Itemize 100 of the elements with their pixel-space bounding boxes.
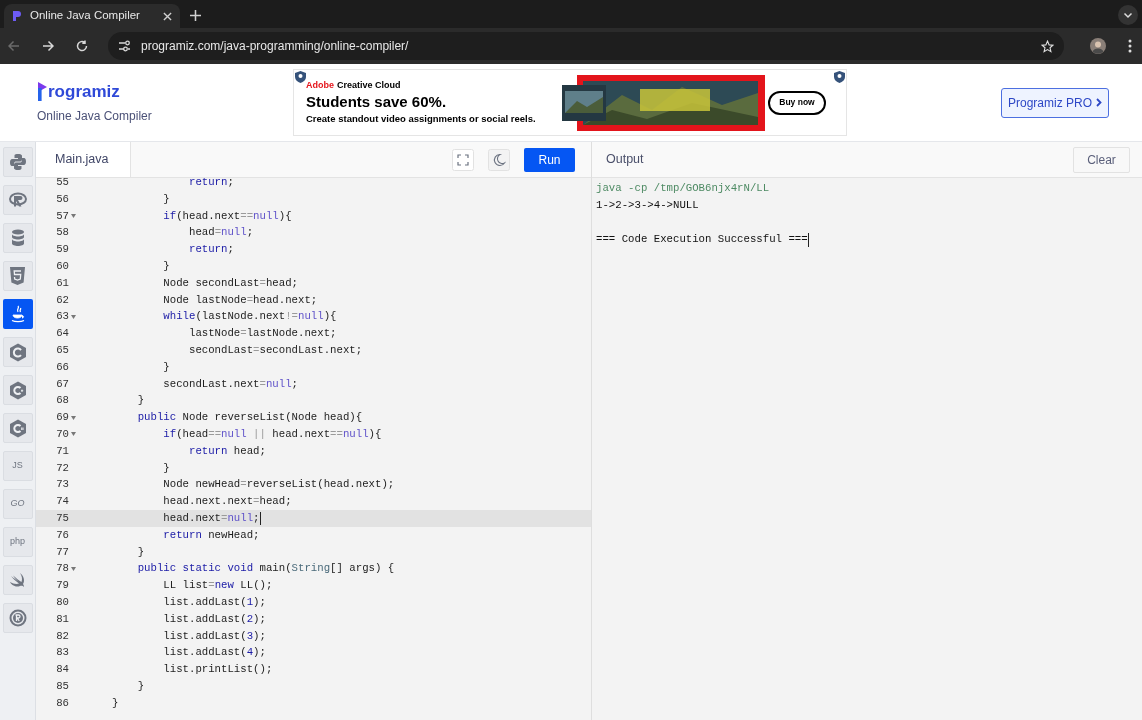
database-icon [10, 229, 25, 247]
browser-tab[interactable]: Online Java Compiler [4, 4, 180, 28]
profile-avatar[interactable] [1090, 38, 1106, 54]
language-button[interactable] [2, 375, 33, 405]
ad-badge-icon [834, 71, 845, 83]
line-number: 74 [56, 494, 69, 510]
language-button[interactable]: php [2, 527, 33, 557]
python-icon [8, 153, 27, 171]
line-number: 63 [56, 309, 69, 325]
code-line: list.addLast(1); [162, 594, 266, 610]
line-number: 78 [56, 561, 69, 577]
line-number: 66 [56, 359, 69, 375]
run-button[interactable]: Run [524, 147, 575, 172]
code-line: } [136, 393, 145, 409]
pro-button[interactable]: Programiz PRO [1001, 87, 1109, 118]
language-button[interactable] [2, 261, 33, 291]
line-number: 64 [56, 326, 69, 342]
output-line: 1->2->3->4->NULL [596, 198, 699, 213]
hexagon-icon [8, 342, 27, 362]
language-button[interactable]: GO [2, 489, 33, 519]
line-number: 75 [56, 510, 69, 526]
code-line: head.next.next=head; [162, 494, 292, 510]
line-number: 58 [56, 225, 69, 241]
reload-icon[interactable] [76, 40, 88, 52]
fold-caret-icon[interactable] [71, 314, 76, 319]
language-button[interactable] [2, 185, 33, 215]
line-number: 79 [56, 578, 69, 594]
code-line: if(head==null || head.next==null){ [162, 426, 382, 442]
code-line: } [162, 191, 170, 207]
tab-list-icon[interactable] [1118, 5, 1138, 25]
fold-caret-icon[interactable] [71, 415, 76, 420]
language-button[interactable] [2, 603, 33, 633]
forward-icon[interactable] [42, 40, 54, 52]
logo-icon[interactable] [37, 81, 48, 101]
language-button[interactable] [2, 413, 33, 443]
line-number: 76 [56, 527, 69, 543]
code-line: lastNode=lastNode.next; [187, 326, 337, 342]
code-line: } [136, 678, 145, 694]
new-tab-icon[interactable] [190, 10, 201, 21]
r-logo-icon [8, 192, 27, 208]
line-number: 60 [56, 259, 69, 274]
language-button[interactable]: JS [2, 451, 33, 481]
line-number: 57 [56, 208, 69, 224]
line-number: 59 [56, 242, 69, 258]
code-line: list.printList(); [162, 662, 273, 678]
dark-mode-button[interactable] [488, 148, 510, 171]
line-number: 71 [56, 443, 69, 459]
code-line: Node newHead=reverseList(head.next); [162, 477, 395, 493]
address-bar[interactable]: programiz.com/java-programming/online-compiler/ [108, 32, 1064, 60]
code-line: return; [187, 242, 234, 258]
page-subtitle: Online Java Compiler [37, 107, 153, 125]
code-line: Node lastNode=head.next; [162, 292, 318, 308]
language-button[interactable] [2, 223, 33, 253]
buy-now-button[interactable]: Buy now [768, 90, 826, 115]
bird-icon [8, 572, 27, 588]
code-line: head=null; [187, 225, 254, 241]
fullscreen-button[interactable] [452, 148, 474, 171]
line-number: 56 [56, 191, 69, 207]
code-line: } [111, 695, 119, 711]
code-line: LL list=new LL(); [162, 578, 273, 594]
logo-text[interactable]: rogramiz [48, 82, 120, 101]
language-button[interactable] [2, 147, 33, 177]
output-line: java -cp /tmp/GOB6njx4rN/LL [596, 181, 770, 196]
coffee-cup-icon [10, 305, 25, 323]
site-favicon [12, 10, 22, 22]
fold-caret-icon[interactable] [71, 566, 76, 571]
site-settings-icon[interactable] [118, 40, 131, 52]
language-button[interactable] [2, 337, 33, 367]
fold-caret-icon[interactable] [71, 214, 76, 218]
code-line: public Node reverseList(Node head){ [136, 410, 363, 426]
tab-title: Online Java Compiler [30, 8, 141, 24]
url-text: programiz.com/java-programming/online-compiler/ [141, 38, 410, 55]
language-button[interactable] [2, 565, 33, 595]
close-icon[interactable] [163, 11, 172, 21]
line-number: 61 [56, 275, 69, 291]
code-line: } [162, 460, 170, 476]
line-number: 62 [56, 292, 69, 308]
file-tab[interactable]: Main.java [36, 142, 131, 177]
bookmark-star-icon[interactable] [1041, 39, 1054, 53]
clear-button[interactable]: Clear [1073, 146, 1130, 173]
line-number: 84 [56, 662, 69, 678]
line-number: 73 [56, 477, 69, 493]
text-cursor [259, 511, 261, 525]
language-button[interactable] [2, 299, 33, 329]
line-number: 83 [56, 645, 69, 661]
code-line: } [162, 259, 170, 274]
fold-caret-icon[interactable] [71, 432, 76, 437]
line-number: 55 [56, 175, 69, 190]
output-line: === Code Execution Successful === [596, 232, 808, 247]
code-line: } [162, 359, 170, 375]
ad-product: Creative Cloud [337, 78, 401, 92]
line-number: 65 [56, 342, 69, 358]
menu-icon[interactable] [1128, 39, 1132, 53]
code-line: list.addLast(4); [162, 645, 266, 661]
ad-banner[interactable]: Adobe Creative Cloud Students save 60%. Create standout video assignments or social reels. Buy now [293, 69, 847, 136]
shield-icon [10, 267, 25, 285]
code-line: public static void main(String[] args) { [136, 561, 395, 577]
code-line: return head; [187, 443, 266, 459]
code-line: list.addLast(2); [162, 611, 266, 627]
line-number: 68 [56, 393, 69, 409]
